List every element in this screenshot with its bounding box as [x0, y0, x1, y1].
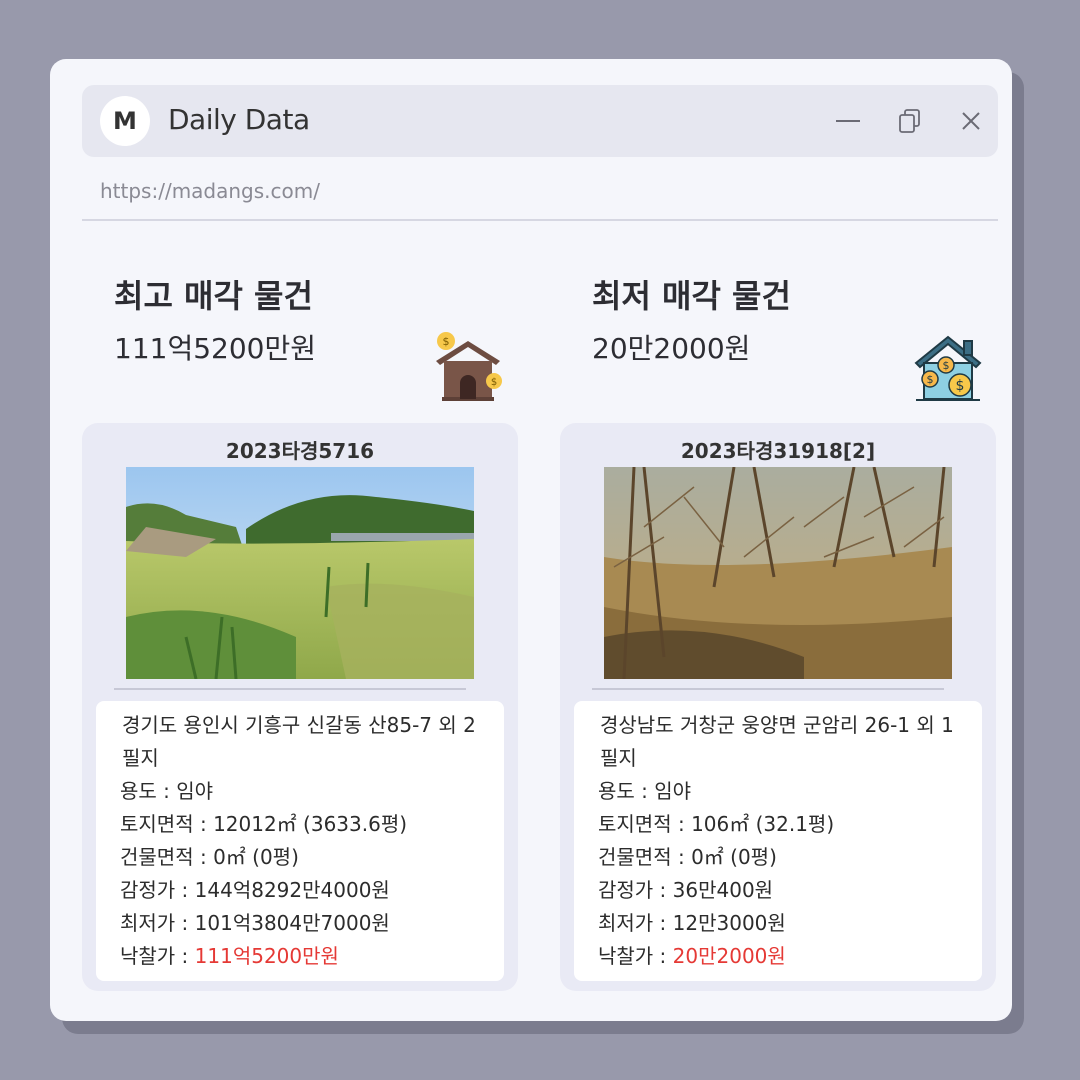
land-area-value: 106㎡ (32.1평) — [691, 812, 835, 836]
property-details: 경기도 용인시 기흥구 신갈동 산85-7 외 2 필지 용도 : 임야 토지면… — [96, 701, 504, 981]
property-address: 경기도 용인시 기흥구 신갈동 산85-7 외 2 필지 — [122, 713, 476, 770]
app-window: M Daily Data https://madangs.com/ 최고 매각 … — [50, 59, 1012, 1021]
copy-icon — [899, 109, 920, 133]
appraisal-label: 감정가 : — [120, 878, 195, 902]
appraisal-row: 감정가 : 144억8292만4000원 — [120, 874, 486, 907]
minimum-price-row: 최저가 : 101억3804만7000원 — [120, 907, 486, 940]
winning-bid-label: 낙찰가 : — [598, 944, 673, 968]
building-area-value: 0㎡ (0평) — [691, 845, 777, 869]
case-number: 2023타경31918[2] — [680, 439, 876, 463]
usage-label: 용도 : — [120, 779, 177, 803]
svg-text:$: $ — [927, 373, 934, 386]
appraisal-value: 36만400원 — [672, 878, 774, 902]
winning-bid-value: 111억5200만원 — [194, 944, 339, 968]
lowest-price: 20만2000원 — [592, 332, 751, 365]
building-area-value: 0㎡ (0평) — [213, 845, 299, 869]
lowest-heading: 최저 매각 물건 — [592, 277, 791, 315]
case-number: 2023타경5716 — [225, 439, 375, 463]
title-bar: M Daily Data — [82, 85, 998, 157]
card-divider — [114, 688, 466, 690]
svg-text:$: $ — [943, 359, 950, 372]
close-icon — [962, 112, 980, 130]
appraisal-value: 144억8292만4000원 — [194, 878, 390, 902]
property-details: 경상남도 거창군 웅양면 군암리 26-1 외 1 필지 용도 : 임야 토지면… — [574, 701, 982, 981]
house-money-icon: $ $ — [432, 331, 504, 403]
svg-text:$: $ — [491, 377, 497, 388]
usage-row: 용도 : 임야 — [598, 775, 964, 808]
land-area-row: 토지면적 : 106㎡ (32.1평) — [598, 808, 964, 841]
svg-text:$: $ — [443, 335, 450, 348]
winning-bid-row: 낙찰가 : 111억5200만원 — [120, 940, 486, 973]
highest-heading: 최고 매각 물건 — [114, 277, 313, 315]
address-bar-url[interactable]: https://madangs.com/ — [100, 179, 320, 203]
lowest-property-card[interactable]: 2023타경31918[2] 경상남도 거창군 웅양면 군암리 26-1 외 1… — [560, 423, 996, 991]
usage-value: 임야 — [654, 779, 692, 803]
app-title: Daily Data — [168, 103, 310, 136]
usage-value: 임야 — [176, 779, 214, 803]
minimum-price-value: 12만3000원 — [672, 911, 786, 935]
building-area-row: 건물면적 : 0㎡ (0평) — [120, 841, 486, 874]
appraisal-row: 감정가 : 36만400원 — [598, 874, 964, 907]
address-bar-divider — [82, 219, 998, 221]
winning-bid-value: 20만2000원 — [672, 944, 786, 968]
land-area-value: 12012㎡ (3633.6평) — [213, 812, 408, 836]
minimum-price-value: 101억3804만7000원 — [194, 911, 390, 935]
building-area-row: 건물면적 : 0㎡ (0평) — [598, 841, 964, 874]
winning-bid-label: 낙찰가 : — [120, 944, 195, 968]
land-area-label: 토지면적 : — [598, 812, 692, 836]
land-area-row: 토지면적 : 12012㎡ (3633.6평) — [120, 808, 486, 841]
building-area-label: 건물면적 : — [598, 845, 692, 869]
minimize-icon — [836, 120, 860, 122]
card-divider — [592, 688, 944, 690]
svg-text:$: $ — [956, 378, 965, 394]
building-area-label: 건물면적 : — [120, 845, 214, 869]
minimum-price-row: 최저가 : 12만3000원 — [598, 907, 964, 940]
minimize-button[interactable] — [834, 107, 862, 135]
minimum-price-label: 최저가 : — [120, 911, 195, 935]
usage-label: 용도 : — [598, 779, 655, 803]
winning-bid-row: 낙찰가 : 20만2000원 — [598, 940, 964, 973]
copy-button[interactable] — [897, 107, 925, 135]
close-button[interactable] — [957, 107, 985, 135]
property-address: 경상남도 거창군 웅양면 군암리 26-1 외 1 필지 — [600, 713, 954, 770]
property-photo — [604, 467, 952, 679]
appraisal-label: 감정가 : — [598, 878, 673, 902]
usage-row: 용도 : 임야 — [120, 775, 486, 808]
highest-price: 111억5200만원 — [114, 332, 316, 365]
minimum-price-label: 최저가 : — [598, 911, 673, 935]
house-coins-icon: $ $ $ — [912, 331, 984, 403]
property-photo — [126, 467, 474, 679]
avatar: M — [100, 96, 150, 146]
land-area-label: 토지면적 : — [120, 812, 214, 836]
highest-property-card[interactable]: 2023타경5716 경기도 용인시 기흥구 신갈동 산85-7 외 2 필지 … — [82, 423, 518, 991]
